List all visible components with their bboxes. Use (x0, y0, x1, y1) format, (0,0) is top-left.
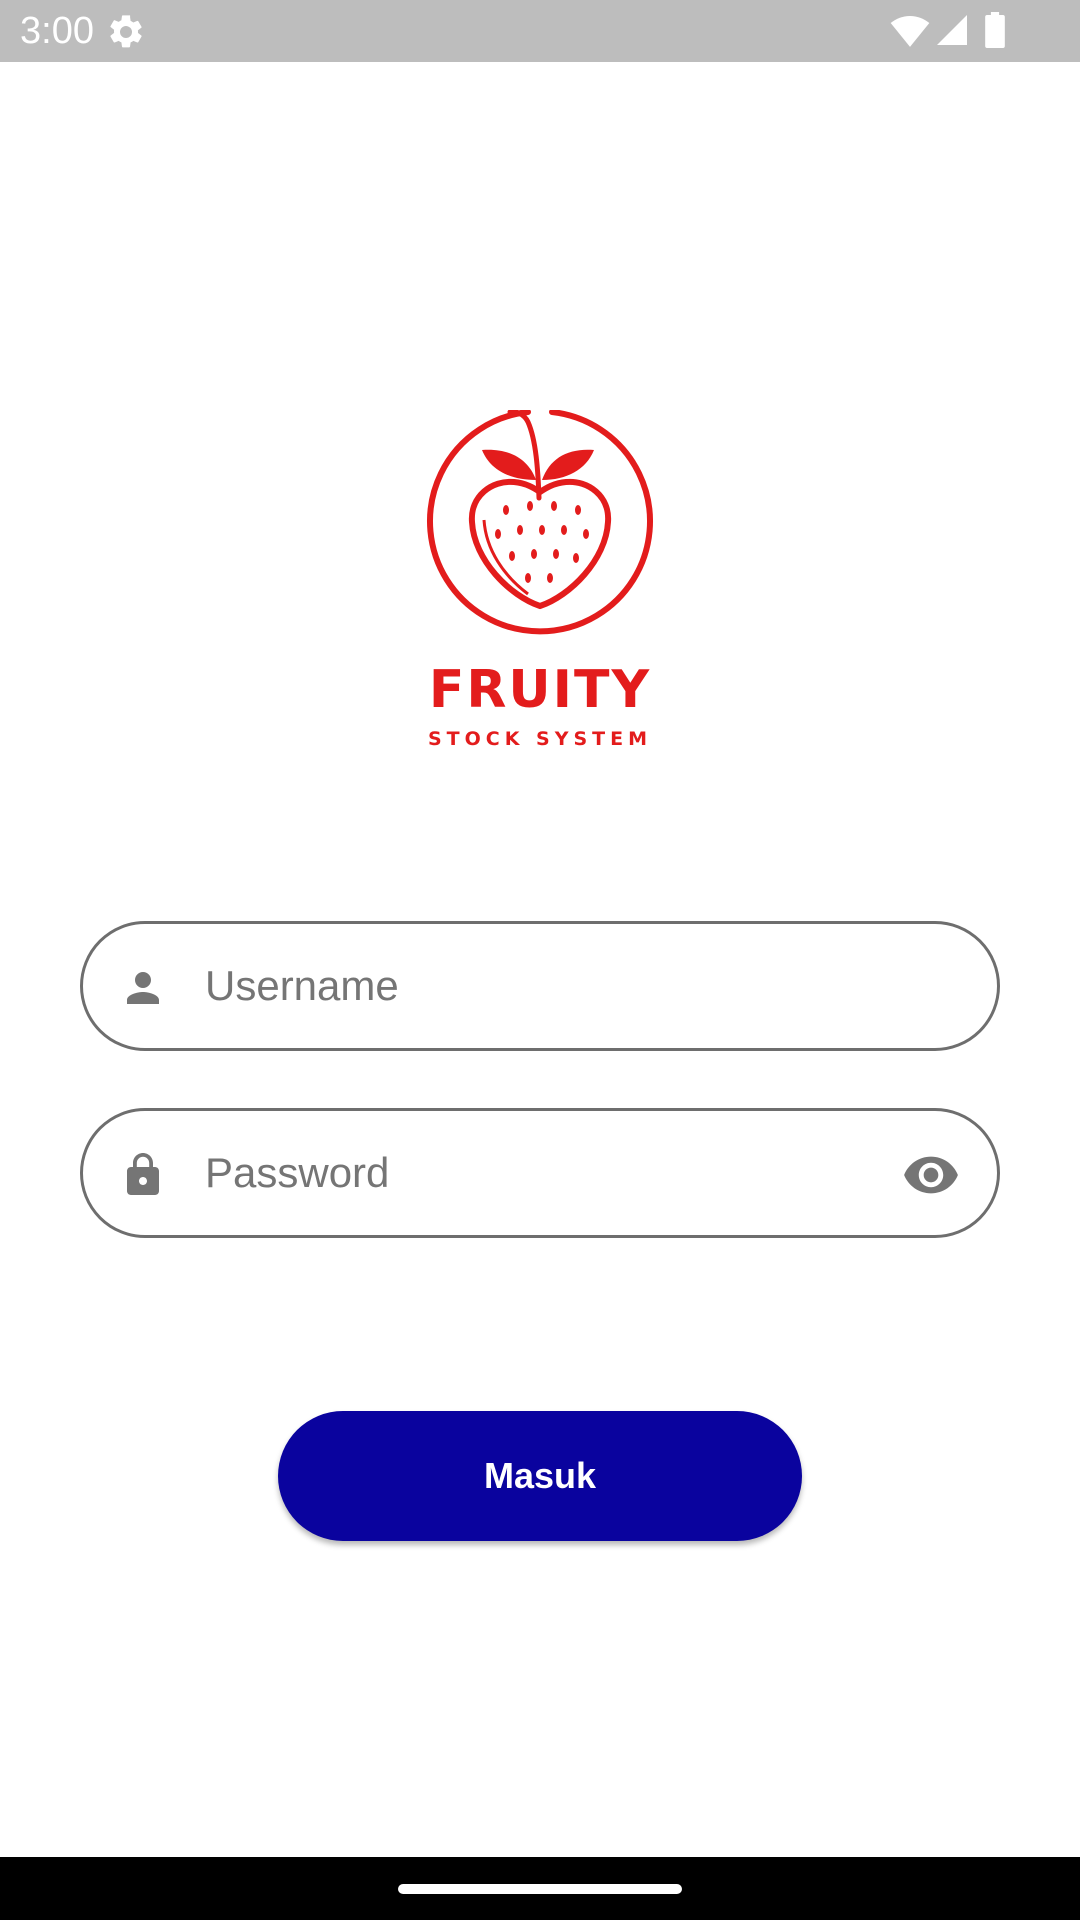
password-field[interactable] (80, 1108, 1000, 1238)
status-bar: 3:00 (0, 0, 1080, 62)
username-field[interactable] (80, 921, 1000, 1051)
person-icon (127, 972, 159, 1004)
password-input[interactable] (205, 1141, 825, 1205)
navigation-bar (0, 1857, 1080, 1920)
logo-subtitle: STOCK SYSTEM (427, 728, 653, 750)
home-indicator[interactable] (398, 1884, 682, 1894)
username-input[interactable] (205, 954, 825, 1018)
signal-icon (937, 15, 967, 45)
gear-icon (110, 15, 142, 48)
login-button[interactable]: Masuk (278, 1411, 802, 1541)
eye-icon[interactable] (901, 1153, 961, 1197)
logo-title: FRUITY (428, 660, 652, 720)
login-screen: 3:00 FRUITY STOCK SYSTEM Username Masuk (0, 0, 1080, 1920)
battery-icon (985, 12, 1005, 48)
status-time: 3:00 (20, 10, 94, 52)
wifi-icon (890, 16, 930, 47)
lock-icon (127, 1153, 159, 1195)
